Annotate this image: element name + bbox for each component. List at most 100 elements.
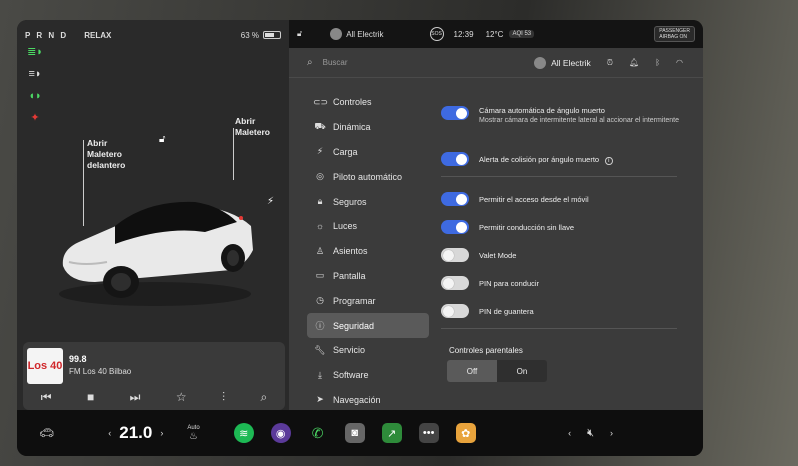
navigation-icon: ➤ (316, 394, 324, 405)
sidebar-item-seguridad[interactable]: ⓘ Seguridad (307, 313, 429, 338)
equalizer-icon[interactable]: ⫶ (222, 390, 225, 405)
alarm-icon[interactable]: ⏰︎ (607, 58, 613, 68)
seatbelt-warning-icon: ✦ (30, 112, 40, 124)
camera-app-icon[interactable]: ◉ (270, 423, 291, 443)
car-icon[interactable]: 🚗︎ (39, 426, 54, 440)
car-model-image (59, 201, 253, 306)
media-controls: ⏮︎ ■ ⏭︎ ☆ ⫶ ⌕ (23, 388, 285, 406)
frunk-callout[interactable]: Abrir Maletero delantero (87, 138, 125, 171)
divider (441, 328, 677, 329)
sidebar-item-label: Carga (333, 146, 358, 157)
bolt-icon: ⚡︎ (316, 146, 324, 157)
station-logo: Los 40 (27, 348, 63, 384)
wrench-icon: 🔧︎ (314, 344, 326, 355)
sidebar-item-dinámica[interactable]: ⛟ Dinámica (307, 115, 429, 140)
sidebar-item-seguros[interactable]: 🔒︎ Seguros (307, 189, 429, 214)
valet-mode-row: Valet Mode (441, 248, 687, 262)
parental-on-option[interactable]: On (497, 360, 547, 382)
trunk-lock-icon[interactable]: 🔓︎ (159, 134, 165, 145)
profile-button[interactable]: All Electrik (330, 28, 384, 40)
sidebar-item-programar[interactable]: ◷ Programar (307, 288, 429, 313)
more-icon[interactable]: ••• (418, 423, 439, 443)
seat-heater-icon: ♨ (189, 430, 198, 442)
notification-bell-icon[interactable]: 🔔︎ (629, 58, 639, 68)
keyless-driving-toggle[interactable] (441, 220, 469, 234)
search-icon[interactable]: ⌕ (307, 57, 313, 68)
profile-name: All Electrik (346, 29, 384, 39)
sidebar-item-controles[interactable]: ⊂⊃ Controles (307, 90, 429, 115)
dashcam-icon[interactable]: ◙ (344, 423, 365, 443)
sidebar-item-software[interactable]: ⤓ Software (307, 363, 429, 388)
display-icon: ▭ (315, 270, 325, 281)
settings-profile[interactable]: All Electrik (534, 56, 591, 69)
sidebar-item-pantalla[interactable]: ▭ Pantalla (307, 264, 429, 289)
sidebar-item-label: Pantalla (333, 270, 366, 281)
touchscreen: P R N D RELAX 63 % ≣◗ ≡◗ ◖◗ ✦ Abrir Male… (17, 20, 703, 456)
seat-icon: ♙ (315, 245, 325, 256)
keyless-driving-row: Permitir conducción sin llave (441, 220, 687, 234)
blindspot-collision-toggle[interactable] (441, 152, 469, 166)
sidebar-item-label: Programar (333, 295, 376, 306)
stop-icon[interactable]: ■ (87, 390, 94, 404)
parking-lights-icon: ◖◗ (28, 90, 42, 102)
sidebar-item-label: Asientos (333, 246, 368, 257)
blindspot-camera-toggle[interactable] (441, 106, 469, 120)
info-icon: ⓘ (315, 321, 325, 332)
temp-down-icon[interactable]: ‹ (108, 428, 111, 438)
settings-search-bar: ⌕ Buscar All Electrik ⏰︎ 🔔︎ ᛒ ◠ (289, 48, 703, 78)
mobile-access-row: Permitir el acceso desde el móvil (441, 192, 687, 206)
favorite-icon[interactable]: ☆ (176, 390, 187, 404)
settings-quick-icons: ⏰︎ 🔔︎ ᛒ ◠ (607, 58, 683, 68)
phone-icon[interactable]: ✆ (308, 423, 328, 443)
sidebar-item-luces[interactable]: ☼ Luces (307, 214, 429, 239)
sidebar-item-label: Piloto automático (333, 171, 403, 182)
valet-mode-toggle[interactable] (441, 248, 469, 262)
blindspot-camera-label: Cámara automática de ángulo muerto (479, 106, 605, 115)
headlights-icon: ≣◗ (27, 46, 43, 58)
volume-down-icon[interactable]: ‹ (568, 428, 571, 438)
search-icon[interactable]: ⌕ (260, 390, 267, 405)
drive-mode: RELAX (84, 30, 112, 40)
mobile-access-toggle[interactable] (441, 192, 469, 206)
top-status-bar: 🔓︎ All Electrik SOS 12:39 12°C AQI 53 PA… (289, 20, 703, 48)
keyless-driving-label: Permitir conducción sin llave (479, 223, 575, 232)
chart-app-icon[interactable]: ↗ (381, 423, 402, 443)
prev-icon[interactable]: ⏮︎ (41, 390, 52, 405)
status-bar: P R N D RELAX 63 % (25, 28, 281, 42)
sos-button[interactable]: SOS (429, 27, 444, 41)
glovebox-pin-row: PIN de guantera (441, 304, 687, 318)
toybox-icon[interactable]: ✿ (455, 423, 476, 443)
clock-icon: ◷ (316, 295, 324, 306)
blindspot-collision-label: Alerta de colisión por ángulo muerto (479, 155, 600, 164)
pin-to-drive-label: PIN para conducir (479, 279, 540, 288)
glovebox-pin-label: PIN de guantera (479, 307, 534, 316)
wifi-icon[interactable]: ◠ (676, 58, 683, 68)
sidebar-item-label: Dinámica (333, 122, 371, 133)
trunk-callout[interactable]: Abrir Maletero (235, 116, 270, 138)
sidebar-item-servicio[interactable]: 🔧︎ Servicio (307, 338, 429, 363)
volume-up-icon[interactable]: › (610, 428, 613, 438)
lock-icon[interactable]: 🔓︎ (297, 29, 302, 39)
sidebar-item-label: Navegación (333, 394, 381, 405)
lock-icon: 🔒︎ (317, 196, 323, 207)
app-launcher: ≋ ◉ ✆ ◙ ↗ ••• ✿ (233, 423, 476, 443)
mute-icon[interactable]: 🔇︎ (587, 427, 594, 440)
charge-port-icon[interactable]: ⚡︎ (267, 196, 274, 207)
toggle-icon: ⊂⊃ (313, 96, 329, 107)
spotify-icon[interactable]: ≋ (233, 423, 254, 443)
sidebar-item-piloto-automático[interactable]: ◎ Piloto automático (307, 164, 429, 189)
cabin-temperature[interactable]: 21.0 (119, 423, 152, 443)
parental-off-option[interactable]: Off (447, 360, 497, 382)
sidebar-item-carga[interactable]: ⚡︎ Carga (307, 140, 429, 165)
sidebar-item-asientos[interactable]: ♙ Asientos (307, 239, 429, 264)
temp-up-icon[interactable]: › (160, 428, 163, 438)
blindspot-camera-row: Cámara automática de ángulo muerto Mostr… (441, 106, 687, 126)
pin-to-drive-toggle[interactable] (441, 276, 469, 290)
bluetooth-icon[interactable]: ᛒ (655, 58, 660, 68)
sidebar-item-navegación[interactable]: ➤ Navegación (307, 388, 429, 413)
search-input[interactable]: Buscar (323, 58, 348, 67)
next-icon[interactable]: ⏭︎ (130, 390, 141, 405)
seat-heater-auto[interactable]: Auto ♨ (187, 425, 199, 442)
glovebox-pin-toggle[interactable] (441, 304, 469, 318)
info-icon[interactable]: i (605, 157, 613, 165)
